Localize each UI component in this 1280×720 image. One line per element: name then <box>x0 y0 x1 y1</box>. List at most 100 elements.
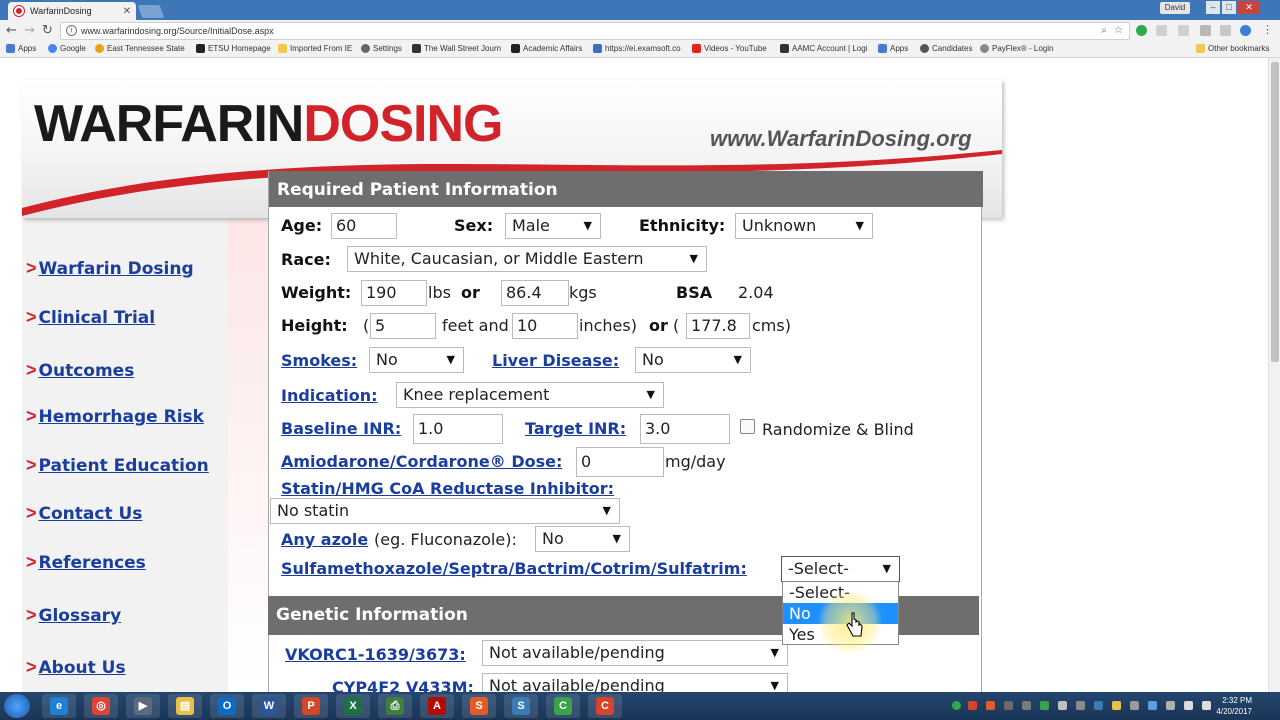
sidebar-item-warfarin-dosing[interactable]: > Warfarin Dosing <box>26 258 194 279</box>
sidebar-link[interactable]: About Us <box>39 658 126 678</box>
scrollbar-thumb[interactable] <box>1271 62 1279 362</box>
tray-app-icon[interactable] <box>1166 701 1175 710</box>
cyp4f2-select[interactable]: Not available/pending ▼ <box>482 673 788 692</box>
sidebar-item-outcomes[interactable]: > Outcomes <box>26 360 134 381</box>
statin-link[interactable]: Statin/HMG CoA Reductase Inhibitor: <box>281 479 614 498</box>
amiodarone-link[interactable]: Amiodarone/Cordarone® Dose: <box>281 452 562 471</box>
sulfa-link[interactable]: Sulfamethoxazole/Septra/Bactrim/Cotrim/S… <box>281 559 747 578</box>
sidebar-link[interactable]: Outcomes <box>39 361 135 381</box>
tray-app-icon[interactable] <box>1022 701 1031 710</box>
taskbar-app-button[interactable]: X <box>336 694 370 718</box>
tray-app-icon[interactable] <box>968 701 977 710</box>
extension-doc-icon[interactable] <box>1178 25 1189 36</box>
bookmark-item[interactable]: PayFlex® - Login <box>980 44 1053 53</box>
taskbar-app-button[interactable]: A <box>420 694 454 718</box>
profile-button[interactable]: David <box>1160 2 1190 14</box>
maximize-icon[interactable]: □ <box>1222 1 1236 14</box>
taskbar-app-button[interactable]: ◎ <box>84 694 118 718</box>
taskbar-app-button[interactable]: P <box>294 694 328 718</box>
bookmark-item[interactable]: Videos - YouTube <box>692 44 767 53</box>
zoom-icon[interactable]: ⌕ <box>1101 23 1107 39</box>
smokes-select[interactable]: No ▼ <box>369 347 464 373</box>
target-inr-link[interactable]: Target INR: <box>525 419 626 438</box>
sidebar-link[interactable]: Patient Education <box>39 456 209 476</box>
page-scrollbar[interactable] <box>1268 58 1280 692</box>
tray-app-icon[interactable] <box>1004 701 1013 710</box>
start-button-icon[interactable] <box>4 694 30 718</box>
clock[interactable]: 2:32 PM 4/20/2017 <box>1216 695 1252 717</box>
network-icon[interactable] <box>1184 701 1193 710</box>
extension-page-icon[interactable] <box>1156 25 1167 36</box>
new-tab-button[interactable] <box>137 5 165 18</box>
bookmark-item[interactable]: Google <box>48 44 86 53</box>
amiodarone-input[interactable]: 0 <box>576 447 664 477</box>
randomize-checkbox[interactable] <box>740 419 755 434</box>
tray-app-icon[interactable] <box>1040 701 1049 710</box>
azole-select[interactable]: No ▼ <box>535 526 630 552</box>
other-bookmarks[interactable]: Other bookmarks <box>1196 44 1269 53</box>
site-info-icon[interactable]: i <box>66 25 77 36</box>
taskbar-app-button[interactable]: O <box>210 694 244 718</box>
taskbar-app-button[interactable]: S <box>504 694 538 718</box>
indication-select[interactable]: Knee replacement ▼ <box>396 382 664 408</box>
taskbar-app-button[interactable]: ⎙ <box>378 694 412 718</box>
reload-icon[interactable]: ↻ <box>42 23 53 38</box>
liver-disease-select[interactable]: No ▼ <box>635 347 751 373</box>
sidebar-item-patient-education[interactable]: > Patient Education <box>26 455 209 476</box>
weight-lbs-input[interactable]: 190 <box>361 280 427 306</box>
address-bar[interactable]: i www.warfarindosing.org/Source/InitialD… <box>60 22 1130 40</box>
bookmark-item[interactable]: East Tennessee State <box>95 44 185 53</box>
bookmark-item[interactable]: AAMC Account | Logi <box>780 44 867 53</box>
taskbar-app-button[interactable]: C <box>546 694 580 718</box>
volume-icon[interactable] <box>1202 701 1211 710</box>
sidebar-item-references[interactable]: > References <box>26 552 146 573</box>
site-logo[interactable]: WARFARINDOSING <box>34 94 503 154</box>
height-inches-input[interactable]: 10 <box>512 313 578 339</box>
bookmark-item[interactable]: The Wall Street Journ <box>412 44 501 53</box>
ethnicity-select[interactable]: Unknown ▼ <box>735 213 873 239</box>
azole-link[interactable]: Any azole <box>281 530 368 549</box>
sidebar-item-glossary[interactable]: > Glossary <box>26 605 121 626</box>
vkorc1-select[interactable]: Not available/pending ▼ <box>482 640 788 666</box>
bookmark-star-icon[interactable]: ☆ <box>1114 23 1123 39</box>
sidebar-item-about-us[interactable]: > About Us <box>26 657 126 678</box>
extension-box-icon[interactable] <box>1200 25 1211 36</box>
bookmark-item[interactable]: https://ei.examsoft.co <box>593 44 681 53</box>
tab-close-icon[interactable]: ✕ <box>123 6 131 17</box>
age-input[interactable]: 60 <box>331 213 397 239</box>
window-close-icon[interactable]: ✕ <box>1238 1 1260 14</box>
tray-app-icon[interactable] <box>986 701 995 710</box>
height-feet-input[interactable]: 5 <box>370 313 436 339</box>
sidebar-link[interactable]: Glossary <box>39 606 122 626</box>
sidebar-link[interactable]: References <box>39 553 146 573</box>
taskbar-app-button[interactable]: C <box>588 694 622 718</box>
sulfa-select[interactable]: -Select- ▼ <box>781 556 900 582</box>
bookmark-item[interactable]: Candidates <box>920 44 972 53</box>
tray-app-icon[interactable] <box>1094 701 1103 710</box>
tray-app-icon[interactable] <box>1148 701 1157 710</box>
sidebar-item-hemorrhage-risk[interactable]: > Hemorrhage Risk <box>26 406 204 427</box>
tray-status-icon[interactable] <box>952 701 961 710</box>
bookmark-item[interactable]: Academic Affairs <box>511 44 582 53</box>
smokes-link[interactable]: Smokes: <box>281 351 357 370</box>
bookmark-item[interactable]: ETSU Homepage <box>196 44 271 53</box>
taskbar-app-button[interactable]: ▶ <box>126 694 160 718</box>
sidebar-link[interactable]: Clinical Trial <box>39 308 156 328</box>
indication-link[interactable]: Indication: <box>281 386 377 405</box>
sidebar-link[interactable]: Hemorrhage Risk <box>39 407 204 427</box>
sidebar-link[interactable]: Warfarin Dosing <box>39 259 194 279</box>
vkorc1-link[interactable]: VKORC1-1639/3673: <box>285 645 466 664</box>
baseline-inr-input[interactable]: 1.0 <box>413 414 503 444</box>
target-inr-input[interactable]: 3.0 <box>640 414 730 444</box>
baseline-inr-link[interactable]: Baseline INR: <box>281 419 401 438</box>
chrome-menu-icon[interactable]: ⋮ <box>1262 23 1273 36</box>
sex-select[interactable]: Male ▼ <box>505 213 601 239</box>
taskbar-app-button[interactable]: W <box>252 694 286 718</box>
browser-tab[interactable]: WarfarinDosing ✕ <box>8 2 136 20</box>
sidebar-item-clinical-trial[interactable]: > Clinical Trial <box>26 307 155 328</box>
extension-green-icon[interactable] <box>1136 25 1147 36</box>
tray-app-icon[interactable] <box>1076 701 1085 710</box>
cyp4f2-link[interactable]: CYP4F2 V433M: <box>332 678 474 692</box>
tray-app-icon[interactable] <box>1130 701 1139 710</box>
sidebar-item-contact-us[interactable]: > Contact Us <box>26 503 142 524</box>
